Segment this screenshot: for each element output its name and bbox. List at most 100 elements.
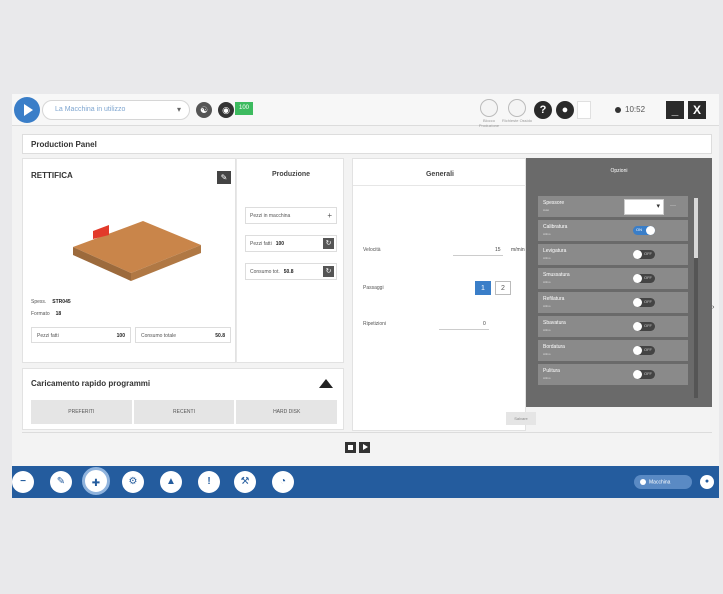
toggle-knob xyxy=(633,346,642,355)
pulitura-toggle[interactable]: OFF xyxy=(633,370,655,379)
levigatura-toggle[interactable]: OFF xyxy=(633,250,655,259)
chevron-right-icon[interactable]: › xyxy=(712,304,714,311)
clock: 10:52 xyxy=(615,105,645,114)
settings-icon[interactable]: ● xyxy=(556,101,574,119)
chevron-down-icon: ▾ xyxy=(656,203,660,210)
oxide-request-button[interactable] xyxy=(508,99,526,117)
option-sub: Attivo xyxy=(543,376,551,380)
tools-icon[interactable]: ⚒ xyxy=(234,471,256,493)
bottom-toolbar: − ✎ ✚ ⚙ ▲ ! ⚒ ◔ Macchina ● xyxy=(12,466,719,498)
alert-icon[interactable]: ! xyxy=(198,471,220,493)
option-name: Pulitura xyxy=(543,368,560,374)
smussatura-toggle[interactable]: OFF xyxy=(633,274,655,283)
option-sub: Attivo xyxy=(543,256,551,260)
toggle-state: OFF xyxy=(644,251,652,256)
option-name: Calibratura xyxy=(543,224,568,230)
scrollbar-thumb[interactable] xyxy=(694,198,698,258)
option-sub: Auto xyxy=(543,208,550,212)
ripetizioni-input-line xyxy=(439,329,489,330)
sbavatura-toggle[interactable]: OFF xyxy=(633,322,655,331)
info-icon[interactable]: ● xyxy=(700,475,714,489)
spessore-select[interactable]: ▾ xyxy=(624,199,664,215)
divider xyxy=(353,185,527,186)
option-name: Refilatura xyxy=(543,296,565,302)
ripetizioni-row[interactable]: Ripetizioni 0 xyxy=(363,321,523,330)
option-row-spessore: Spessore Auto ▾ ··· xyxy=(538,196,688,218)
toggle-knob xyxy=(633,298,642,307)
wood-panel-image xyxy=(73,221,201,281)
user-sync-icon[interactable]: ☯ xyxy=(196,102,212,118)
chart-icon[interactable]: ▲ xyxy=(160,471,182,493)
recenti-button[interactable]: RECENTI xyxy=(133,400,235,424)
toggle-knob xyxy=(633,322,642,331)
gauge-icon[interactable]: ✎ xyxy=(50,471,72,493)
toggle-state: OFF xyxy=(644,275,652,280)
toggle-state: OFF xyxy=(644,371,652,376)
option-sub: Attivo xyxy=(543,232,551,236)
chevron-down-icon: ▾ xyxy=(176,105,181,114)
ripetizioni-value[interactable]: 0 xyxy=(483,321,486,327)
option-row-refilatura: Refilatura Attivo OFF xyxy=(538,292,688,314)
block-production-button[interactable] xyxy=(480,99,498,117)
machine-button[interactable]: Macchina xyxy=(634,475,692,489)
spessore-label: Spess. xyxy=(31,299,47,305)
minus-icon[interactable]: − xyxy=(12,471,34,493)
toggle-state: OFF xyxy=(644,347,652,352)
close-button[interactable]: X xyxy=(688,101,706,119)
toggle-knob xyxy=(633,370,642,379)
velocita-unit: m/min xyxy=(511,247,525,253)
passaggi-option-1[interactable]: 1 xyxy=(475,281,491,295)
stop-icon xyxy=(348,445,353,450)
toggle-state: ON xyxy=(636,227,642,232)
refilatura-toggle[interactable]: OFF xyxy=(633,298,655,307)
option-row-sbavatura: Sbavatura Attivo OFF xyxy=(538,316,688,338)
toggle-state: OFF xyxy=(644,299,652,304)
reset-icon[interactable]: ↻ xyxy=(323,238,334,249)
passaggi-option-2[interactable]: 2 xyxy=(495,281,511,295)
settings-icon[interactable]: ⚙ xyxy=(122,471,144,493)
stop-button[interactable] xyxy=(345,442,356,453)
collapse-icon[interactable] xyxy=(319,379,333,388)
machine-selector[interactable]: La Macchina in utilizzo ▾ xyxy=(42,100,190,120)
preferiti-button[interactable]: PREFERITI xyxy=(31,400,132,424)
pezzi-fatti-label: Pezzi fatti xyxy=(250,241,272,247)
option-row-calibratura: Calibratura Attivo ON xyxy=(538,220,688,242)
more-icon[interactable]: ··· xyxy=(670,203,676,209)
consumo-totale-value: 50.8 xyxy=(283,269,294,275)
play-button[interactable] xyxy=(359,442,370,453)
oxide-request-label: Richieste Ossido xyxy=(502,118,533,123)
block-production-label: Blocco Produzione xyxy=(478,118,500,128)
toggle-knob xyxy=(633,274,642,283)
produzione-panel: Produzione Pezzi in macchina + Pezzi fat… xyxy=(236,158,344,363)
pezzi-fatti-pill: Pezzi fatti 100 xyxy=(31,327,131,343)
bordatura-toggle[interactable]: OFF xyxy=(633,346,655,355)
spessore-value: STR045 xyxy=(52,299,71,305)
globe-icon[interactable]: ◉ xyxy=(218,102,234,118)
plus-icon[interactable]: + xyxy=(327,211,332,220)
timer-icon[interactable]: ◔ xyxy=(272,471,294,493)
hard-disk-button[interactable]: HARD DISK xyxy=(236,400,338,424)
move-icon[interactable]: ✚ xyxy=(82,467,110,495)
user-avatar[interactable] xyxy=(577,101,591,119)
minimize-button[interactable]: _ xyxy=(666,101,684,119)
pezzi-in-macchina-field[interactable]: Pezzi in macchina + xyxy=(245,207,337,224)
edit-icon[interactable]: ✎ xyxy=(217,171,231,184)
formato-label: Formato xyxy=(31,311,50,317)
velocita-value[interactable]: 15 xyxy=(495,247,501,253)
consumo-totale-label: Consumo tot. xyxy=(250,269,280,275)
consumo-label: Consumo totale xyxy=(141,333,177,339)
calibratura-toggle[interactable]: ON xyxy=(633,226,655,235)
option-row-pulitura: Pulitura Attivo OFF xyxy=(538,364,688,386)
divider xyxy=(22,432,712,433)
rettifica-title: RETTIFICA xyxy=(31,171,73,180)
start-cycle-button[interactable] xyxy=(14,97,40,123)
generali-panel: Generali Velocità 15 m/min Passaggi 1 2 … xyxy=(352,158,527,431)
save-button[interactable]: Salvare xyxy=(506,412,536,425)
reset-icon[interactable]: ↻ xyxy=(323,266,334,277)
option-row-levigatura: Levigatura Attivo OFF xyxy=(538,244,688,266)
velocita-row[interactable]: Velocità 15 m/min xyxy=(363,247,525,256)
help-icon[interactable]: ? xyxy=(534,101,552,119)
options-scrollbar[interactable] xyxy=(694,198,698,398)
option-sub: Attivo xyxy=(543,304,551,308)
machine-label: Macchina xyxy=(649,479,671,486)
